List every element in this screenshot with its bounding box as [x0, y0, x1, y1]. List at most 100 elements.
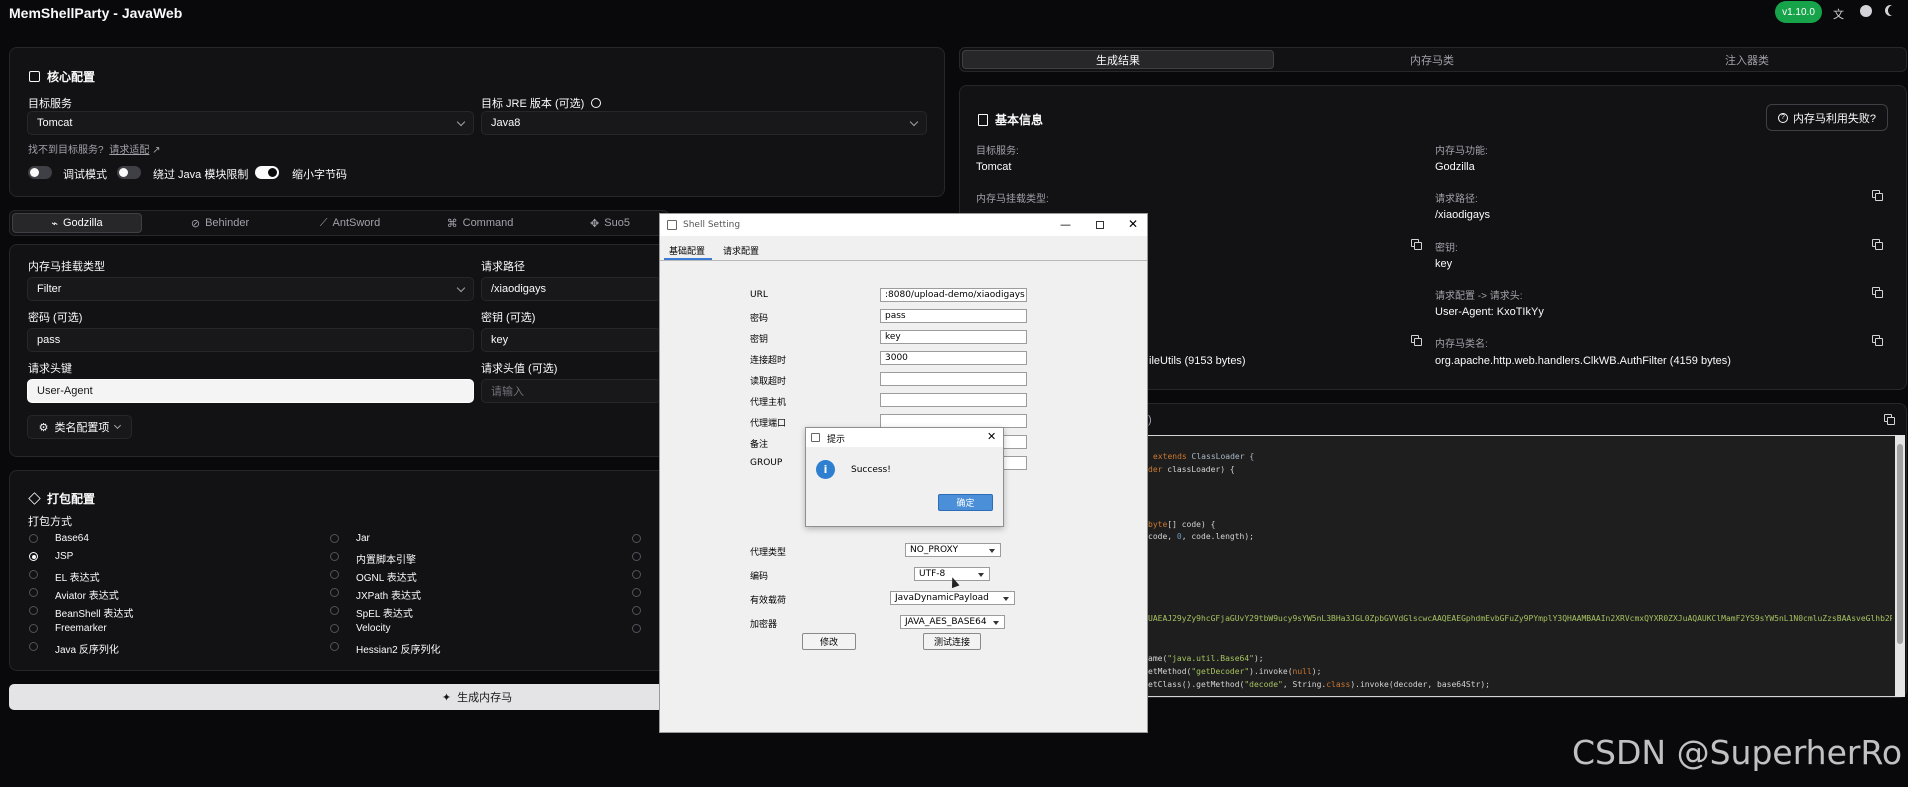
pack-radio-pack-col2-2[interactable]: [330, 570, 339, 579]
copy-icon[interactable]: [1872, 335, 1883, 346]
proxy-type-select[interactable]: NO_PROXY: [905, 543, 1001, 557]
swing-field-label: 读取超时: [750, 377, 787, 387]
request-path-info-label: 请求路径:: [1435, 194, 1478, 205]
tab-basic-config[interactable]: 基础配置: [669, 244, 705, 257]
pack-radio-col3[interactable]: [632, 606, 641, 615]
pack-option-label: EL 表达式: [55, 573, 100, 584]
tab-generate-result[interactable]: 生成结果: [962, 50, 1274, 69]
pack-radio-pack-col2-1[interactable]: [330, 552, 339, 561]
pack-radio-col3[interactable]: [632, 624, 641, 633]
code-header-paren: ): [1148, 414, 1152, 426]
swing-field-input[interactable]: :8080/upload-demo/xiaodigays: [880, 288, 1027, 302]
pack-option-label: SpEL 表达式: [356, 609, 413, 620]
shell-class-label: 内存马类名:: [1435, 339, 1488, 350]
swing-field-input[interactable]: 3000: [880, 351, 1027, 365]
copy-icon[interactable]: [1872, 190, 1883, 201]
code-line: UAEAJ29yZy9hcGFjaGUvY29tbW9ucy9sYW5nL3BH…: [1148, 614, 1892, 623]
header-value-input[interactable]: 请输入: [481, 379, 661, 403]
pack-radio-pack-col2-4[interactable]: [330, 606, 339, 615]
pack-option-label: Velocity: [356, 623, 391, 634]
theme-moon-icon[interactable]: [1888, 5, 1899, 16]
pack-radio-pack-col1-3[interactable]: [29, 588, 38, 597]
debug-mode-label: 调试模式: [63, 169, 107, 181]
pack-radio-col3[interactable]: [632, 534, 641, 543]
pack-radio-col3[interactable]: [632, 552, 641, 561]
header-key-label: 请求头键: [28, 363, 72, 375]
pack-option-label: 内置脚本引擎: [356, 555, 416, 566]
version-badge: v1.10.0: [1775, 1, 1822, 23]
move-icon: ✥: [590, 217, 600, 230]
modify-button[interactable]: 修改: [802, 633, 856, 650]
bypass-module-toggle[interactable]: [117, 166, 141, 179]
request-path-input[interactable]: /xiaodigays: [481, 277, 661, 301]
pack-radio-pack-col2-0[interactable]: [330, 534, 339, 543]
close-icon[interactable]: ✕: [1128, 217, 1138, 231]
copy-icon[interactable]: [1872, 287, 1883, 298]
pack-radio-pack-col1-1[interactable]: [29, 552, 38, 561]
payload-select[interactable]: JavaDynamicPayload: [890, 591, 1015, 605]
shrink-bytecode-toggle[interactable]: [255, 166, 279, 179]
key-input[interactable]: key: [481, 328, 661, 352]
jre-version-select[interactable]: Java8: [481, 111, 927, 135]
swing-field-input[interactable]: [880, 414, 1027, 428]
dialog-close-icon[interactable]: ✕: [987, 430, 996, 443]
tab-shell-class[interactable]: 内存马类: [1276, 50, 1588, 69]
chevron-down-icon: [456, 117, 466, 126]
copy-icon[interactable]: [1411, 335, 1422, 346]
pack-option-label: Aviator 表达式: [55, 591, 119, 602]
pack-radio-pack-col2-6[interactable]: [330, 642, 339, 651]
copy-icon[interactable]: [1872, 239, 1883, 250]
tab-suo5[interactable]: ✥ Suo5: [560, 213, 660, 233]
maximize-icon[interactable]: [1096, 221, 1104, 229]
crypto-select[interactable]: JAVA_AES_BASE64: [900, 615, 1005, 629]
copy-icon[interactable]: [1411, 239, 1422, 250]
pack-radio-pack-col1-5[interactable]: [29, 624, 38, 633]
mount-type-label: 内存马挂载类型: [28, 261, 105, 273]
tab-antsword[interactable]: ⟋ AntSword: [290, 213, 410, 233]
target-server-select[interactable]: Tomcat: [27, 111, 474, 135]
tab-request-config[interactable]: 请求配置: [723, 244, 759, 257]
password-label: 密码 (可选): [28, 312, 83, 324]
pack-radio-pack-col1-6[interactable]: [29, 642, 38, 651]
pack-radio-col3[interactable]: [632, 588, 641, 597]
tab-command[interactable]: ⌘ Command: [420, 213, 540, 233]
pack-option-label: Jar: [356, 533, 370, 544]
swing-field-input[interactable]: pass: [880, 309, 1027, 323]
pack-radio-pack-col1-0[interactable]: [29, 534, 38, 543]
mount-type-info-label: 内存马挂载类型:: [976, 194, 1049, 205]
shell-func-label: 内存马功能:: [1435, 146, 1488, 157]
pack-radio-pack-col2-3[interactable]: [330, 588, 339, 597]
pack-radio-pack-col1-4[interactable]: [29, 606, 38, 615]
dialog-ok-button[interactable]: 确定: [938, 494, 993, 511]
classname-config-button[interactable]: ⚙ 类名配置项: [27, 415, 132, 439]
tab-godzilla[interactable]: ⌁ Godzilla: [12, 213, 142, 233]
swing-field-input[interactable]: [880, 393, 1027, 407]
request-adapt-link[interactable]: 请求适配: [109, 145, 149, 156]
swing-field-input[interactable]: key: [880, 330, 1027, 344]
password-input[interactable]: pass: [27, 328, 474, 352]
payload-label: 有效载荷: [750, 596, 787, 606]
code-scrollbar-thumb[interactable]: [1897, 444, 1903, 644]
copy-icon[interactable]: [1884, 414, 1895, 425]
translate-icon[interactable]: 文: [1833, 6, 1844, 22]
swing-field-input[interactable]: [880, 372, 1027, 386]
pack-radio-pack-col1-2[interactable]: [29, 570, 38, 579]
java-cup-icon: [811, 433, 820, 442]
core-config-title: 核心配置: [29, 68, 95, 85]
info-icon: i: [816, 460, 835, 479]
tab-injector-class[interactable]: 注入器类: [1590, 50, 1904, 69]
info-icon[interactable]: [591, 98, 602, 108]
shell-failed-help-button[interactable]: ? 内存马利用失败?: [1766, 104, 1888, 131]
tab-behinder[interactable]: ⊘ Behinder: [160, 213, 280, 233]
mount-type-select[interactable]: Filter: [27, 277, 474, 301]
header-key-input[interactable]: User-Agent: [27, 379, 474, 403]
chevron-down-icon: [114, 421, 122, 430]
github-icon[interactable]: [1860, 5, 1872, 17]
pack-radio-pack-col2-5[interactable]: [330, 624, 339, 633]
package-icon: [28, 492, 41, 505]
test-connection-button[interactable]: 测试连接: [923, 633, 981, 650]
minimize-icon[interactable]: —: [1060, 218, 1071, 231]
debug-mode-toggle[interactable]: [28, 166, 52, 179]
pack-radio-col3[interactable]: [632, 570, 641, 579]
pack-option-label: BeanShell 表达式: [55, 609, 134, 620]
